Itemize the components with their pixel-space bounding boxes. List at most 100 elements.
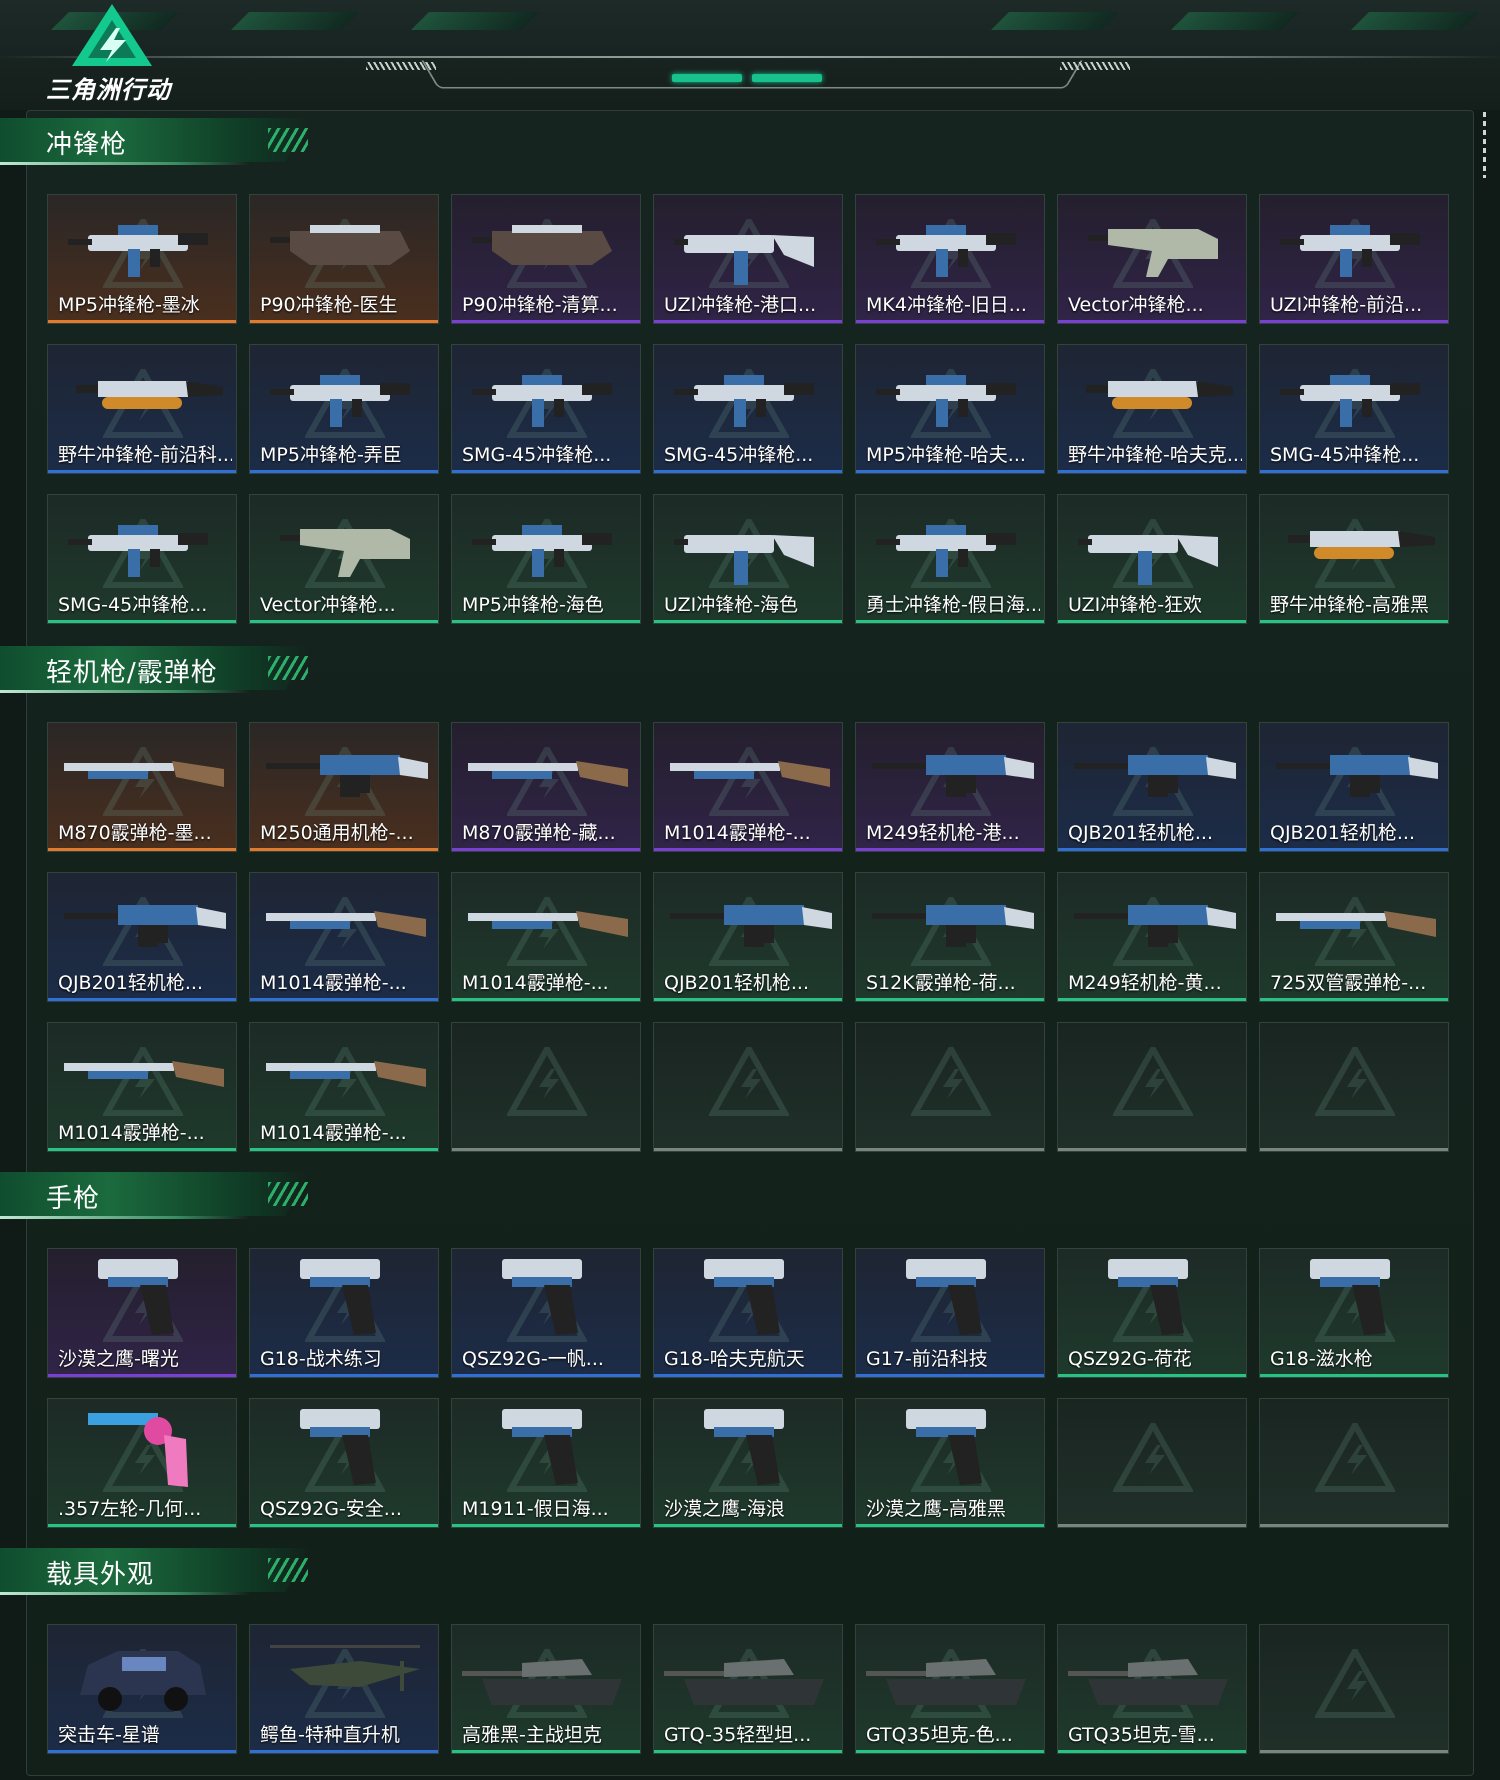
rarity-bar <box>1058 1374 1246 1377</box>
item-card[interactable]: SMG-45冲锋枪... <box>1259 344 1449 474</box>
item-label: SMG-45冲锋枪... <box>664 444 814 466</box>
item-card[interactable]: 野牛冲锋枪-前沿科... <box>47 344 237 474</box>
item-card[interactable]: GTQ-35轻型坦... <box>653 1624 843 1754</box>
rarity-bar <box>1058 320 1246 323</box>
item-image <box>670 761 830 787</box>
item-card[interactable]: 野牛冲锋枪-高雅黑 <box>1259 494 1449 624</box>
item-label: Vector冲锋枪... <box>1068 294 1204 316</box>
item-card[interactable]: M1911-假日海... <box>451 1398 641 1528</box>
item-card[interactable]: 725双管霰弹枪-... <box>1259 872 1449 1002</box>
item-image <box>1276 755 1438 797</box>
item-label: M249轻机枪-黄... <box>1068 972 1222 994</box>
item-image <box>462 1659 622 1705</box>
header-stripe <box>1171 12 1299 30</box>
item-card[interactable]: M1014霰弹枪-... <box>47 1022 237 1152</box>
rarity-bar <box>452 1374 640 1377</box>
item-card[interactable]: MK4冲锋枪-旧日... <box>855 194 1045 324</box>
empty-slot <box>1259 1624 1449 1754</box>
item-card[interactable]: SMG-45冲锋枪... <box>451 344 641 474</box>
item-card[interactable]: MP5冲锋枪-墨冰 <box>47 194 237 324</box>
item-label: 突击车-星谱 <box>58 1724 160 1746</box>
item-card[interactable]: QJB201轻机枪... <box>1057 722 1247 852</box>
item-card[interactable]: MP5冲锋枪-海色 <box>451 494 641 624</box>
item-card[interactable]: GTQ35坦克-色... <box>855 1624 1045 1754</box>
item-label: M1014霰弹枪-... <box>664 822 811 844</box>
item-image <box>76 381 223 409</box>
item-card[interactable]: 沙漠之鹰-高雅黑 <box>855 1398 1045 1528</box>
scrollbar[interactable] <box>1483 112 1486 178</box>
item-card[interactable]: UZI冲锋枪-狂欢 <box>1057 494 1247 624</box>
rarity-bar <box>452 848 640 851</box>
item-card[interactable]: 野牛冲锋枪-哈夫克... <box>1057 344 1247 474</box>
rarity-bar <box>654 320 842 323</box>
rarity-bar <box>48 998 236 1001</box>
item-card[interactable]: QSZ92G-荷花 <box>1057 1248 1247 1378</box>
item-label: 野牛冲锋枪-哈夫克... <box>1068 444 1242 466</box>
item-card[interactable]: M250通用机枪-... <box>249 722 439 852</box>
rarity-bar <box>48 320 236 323</box>
item-card[interactable]: G18-战术练习 <box>249 1248 439 1378</box>
item-card[interactable]: M1014霰弹枪-... <box>451 872 641 1002</box>
item-image <box>1310 1259 1390 1335</box>
item-card[interactable]: QJB201轻机枪... <box>47 872 237 1002</box>
item-label: M1911-假日海... <box>462 1498 609 1520</box>
item-card[interactable]: UZI冲锋枪-海色 <box>653 494 843 624</box>
item-card[interactable]: M1014霰弹枪-... <box>249 872 439 1002</box>
item-card[interactable]: 突击车-星谱 <box>47 1624 237 1754</box>
item-card[interactable]: M870霰弹枪-墨... <box>47 722 237 852</box>
rarity-bar <box>1260 998 1448 1001</box>
item-card[interactable]: QSZ92G-安全... <box>249 1398 439 1528</box>
item-card[interactable]: M1014霰弹枪-... <box>249 1022 439 1152</box>
item-card[interactable]: S12K霰弹枪-荷... <box>855 872 1045 1002</box>
empty-slot <box>1259 1398 1449 1528</box>
rarity-bar <box>654 998 842 1001</box>
rarity-bar <box>250 470 438 473</box>
item-image <box>472 375 612 427</box>
item-card[interactable]: GTQ35坦克-雪... <box>1057 1624 1247 1754</box>
item-card[interactable]: Vector冲锋枪... <box>1057 194 1247 324</box>
watermark-logo-icon <box>1315 1649 1395 1718</box>
item-card[interactable]: M1014霰弹枪-... <box>653 722 843 852</box>
item-label: M249轻机枪-港... <box>866 822 1020 844</box>
item-card[interactable]: 高雅黑-主战坦克 <box>451 1624 641 1754</box>
item-card[interactable]: G17-前沿科技 <box>855 1248 1045 1378</box>
rarity-bar <box>452 470 640 473</box>
item-card[interactable]: 鳄鱼-特种直升机 <box>249 1624 439 1754</box>
empty-slot <box>1057 1022 1247 1152</box>
item-card[interactable]: MP5冲锋枪-哈夫... <box>855 344 1045 474</box>
item-card[interactable]: Vector冲锋枪... <box>249 494 439 624</box>
item-card[interactable]: M249轻机枪-港... <box>855 722 1045 852</box>
item-card[interactable]: QJB201轻机枪... <box>653 872 843 1002</box>
watermark-logo-icon <box>911 1047 991 1116</box>
item-image <box>468 911 628 937</box>
item-image <box>664 1659 824 1705</box>
item-image <box>704 1409 784 1485</box>
item-card[interactable]: UZI冲锋枪-前沿... <box>1259 194 1449 324</box>
item-card[interactable]: QSZ92G-一帆... <box>451 1248 641 1378</box>
item-card[interactable]: SMG-45冲锋枪... <box>47 494 237 624</box>
item-card[interactable]: P90冲锋枪-清算... <box>451 194 641 324</box>
rarity-bar <box>1058 470 1246 473</box>
item-card[interactable]: .357左轮-几何... <box>47 1398 237 1528</box>
item-card[interactable]: G18-滋水枪 <box>1259 1248 1449 1378</box>
item-card[interactable]: G18-哈夫克航天 <box>653 1248 843 1378</box>
item-image <box>1280 225 1420 277</box>
rarity-bar <box>250 320 438 323</box>
item-image <box>674 235 814 285</box>
item-image <box>876 225 1016 277</box>
item-card[interactable]: 勇士冲锋枪-假日海... <box>855 494 1045 624</box>
item-card[interactable]: 沙漠之鹰-海浪 <box>653 1398 843 1528</box>
item-card[interactable]: MP5冲锋枪-弄臣 <box>249 344 439 474</box>
item-label: S12K霰弹枪-荷... <box>866 972 1016 994</box>
item-card[interactable]: 沙漠之鹰-曙光 <box>47 1248 237 1378</box>
item-card[interactable]: SMG-45冲锋枪... <box>653 344 843 474</box>
watermark-logo-icon <box>1113 1047 1193 1116</box>
empty-slot <box>653 1022 843 1152</box>
item-card[interactable]: M249轻机枪-黄... <box>1057 872 1247 1002</box>
section-title: 轻机枪/霰弹枪 <box>46 658 218 688</box>
item-card[interactable]: P90冲锋枪-医生 <box>249 194 439 324</box>
item-card[interactable]: UZI冲锋枪-港口... <box>653 194 843 324</box>
item-card[interactable]: QJB201轻机枪... <box>1259 722 1449 852</box>
item-card[interactable]: M870霰弹枪-藏... <box>451 722 641 852</box>
item-image <box>1086 381 1233 409</box>
